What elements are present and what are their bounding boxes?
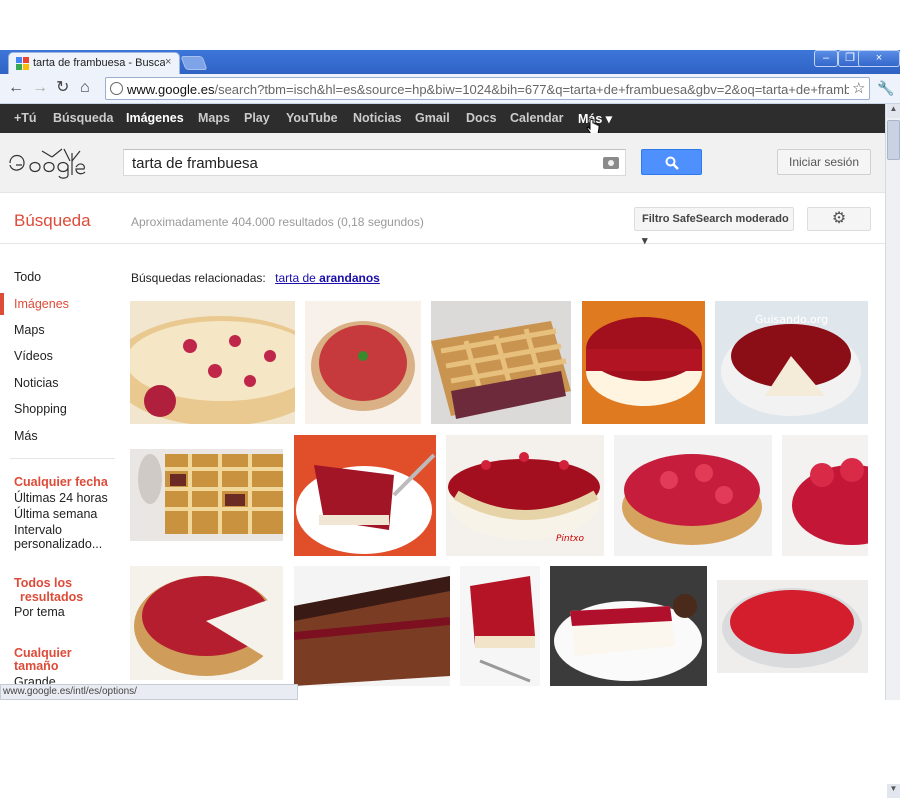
bookmark-star-icon[interactable]: ☆ <box>852 79 865 97</box>
gbar-item-imagenes[interactable]: Imágenes <box>126 111 184 125</box>
watermark-pintxo: Pintxo <box>556 534 584 544</box>
sidebar-item-todo[interactable]: Todo <box>14 270 41 284</box>
image-result-4[interactable] <box>582 301 705 424</box>
search-input[interactable]: tarta de frambuesa <box>123 149 626 176</box>
search-header: tarta de frambuesa Iniciar sesión <box>0 133 885 193</box>
gbar-item-plus-tu[interactable]: +Tú <box>14 111 37 125</box>
gbar-item-play[interactable]: Play <box>244 111 270 125</box>
active-indicator <box>0 293 4 315</box>
browser-tab[interactable]: tarta de frambuesa - Buscar c × <box>8 52 180 74</box>
gbar-item-calendar[interactable]: Calendar <box>510 111 564 125</box>
browser-toolbar: ← → ↻ ⌂ www.google.es/search?tbm=isch&hl… <box>0 74 900 104</box>
tab-close-icon[interactable]: × <box>165 56 171 68</box>
image-result-10[interactable] <box>782 435 868 556</box>
scroll-thumb[interactable] <box>887 120 900 160</box>
related-link[interactable]: tarta de arandanos <box>275 271 380 285</box>
close-window-button[interactable]: × <box>858 50 900 67</box>
address-bar[interactable]: www.google.es/search?tbm=isch&hl=es&sour… <box>105 77 870 100</box>
results-title: Búsqueda <box>14 211 91 230</box>
results-filter-por-tema[interactable]: Por tema <box>14 605 65 619</box>
gbar-item-docs[interactable]: Docs <box>466 111 497 125</box>
sidebar-item-shopping[interactable]: Shopping <box>14 402 67 416</box>
magnifier-icon <box>665 156 679 170</box>
sidebar-item-maps[interactable]: Maps <box>14 323 45 337</box>
new-tab-button[interactable] <box>180 56 208 70</box>
related-searches: Búsquedas relacionadas: tarta de arandan… <box>131 271 380 285</box>
scroll-up-arrow-icon[interactable]: ▲ <box>887 104 900 118</box>
forward-icon[interactable]: → <box>32 80 48 96</box>
sidebar-item-noticias[interactable]: Noticias <box>14 376 58 390</box>
time-filter-24h[interactable]: Últimas 24 horas <box>14 491 108 505</box>
reload-icon[interactable]: ↻ <box>56 80 69 96</box>
image-result-3[interactable] <box>431 301 571 424</box>
size-filter-title-line1[interactable]: Cualquier <box>14 646 72 660</box>
sidebar-divider <box>10 458 115 459</box>
watermark-guisando: Guisando.org <box>755 313 828 326</box>
time-filter-title[interactable]: Cualquier fecha <box>14 475 108 489</box>
size-filter-title-line2[interactable]: tamaño <box>14 659 58 673</box>
wrench-icon[interactable]: 🔧 <box>877 80 894 97</box>
minimize-button[interactable]: – <box>814 50 838 67</box>
results-stats: Aproximadamente 404.000 resultados (0,18… <box>131 215 424 229</box>
sidebar-item-videos[interactable]: Vídeos <box>14 349 53 363</box>
time-filter-interval[interactable]: Intervalo <box>14 523 62 537</box>
sidebar-item-imagenes[interactable]: Imágenes <box>14 297 69 311</box>
image-result-7[interactable] <box>294 435 436 556</box>
image-result-12[interactable] <box>294 566 450 686</box>
globe-icon <box>110 82 123 95</box>
gear-icon[interactable]: ⚙ <box>807 207 871 231</box>
camera-icon[interactable] <box>603 157 619 169</box>
results-filter-title-line1[interactable]: Todos los <box>14 576 72 590</box>
google-bar: +Tú Búsqueda Imágenes Maps Play YouTube … <box>0 104 885 133</box>
image-result-9[interactable] <box>614 435 772 556</box>
time-filter-custom[interactable]: personalizado... <box>14 537 102 551</box>
home-icon[interactable]: ⌂ <box>80 80 90 96</box>
time-filter-week[interactable]: Última semana <box>14 507 97 521</box>
gbar-item-maps[interactable]: Maps <box>198 111 230 125</box>
image-result-11[interactable] <box>130 566 283 680</box>
related-label: Búsquedas relacionadas: <box>131 271 266 285</box>
gbar-item-youtube[interactable]: YouTube <box>286 111 338 125</box>
gbar-item-busqueda[interactable]: Búsqueda <box>53 111 113 125</box>
safesearch-dropdown[interactable]: Filtro SafeSearch moderado ▾ <box>634 207 794 247</box>
image-result-8[interactable]: Pintxo <box>446 435 604 556</box>
image-result-2[interactable] <box>305 301 421 424</box>
image-result-13[interactable] <box>460 566 540 686</box>
results-filter-title-line2[interactable]: resultados <box>20 590 83 604</box>
vertical-scrollbar[interactable]: ▲ ▼ <box>885 104 900 798</box>
gbar-item-noticias[interactable]: Noticias <box>353 111 402 125</box>
image-result-5[interactable]: Guisando.org <box>715 301 868 424</box>
sidebar-item-mas[interactable]: Más <box>14 429 38 443</box>
signin-button[interactable]: Iniciar sesión <box>777 149 871 175</box>
gbar-item-gmail[interactable]: Gmail <box>415 111 450 125</box>
back-icon[interactable]: ← <box>8 80 24 96</box>
url-text: www.google.es/search?tbm=isch&hl=es&sour… <box>127 82 849 97</box>
google-favicon-icon <box>16 57 29 70</box>
status-bar: www.google.es/intl/es/options/ <box>0 684 298 700</box>
scroll-down-arrow-icon[interactable]: ▼ <box>887 784 900 798</box>
image-result-6[interactable] <box>130 449 283 541</box>
google-doodle-logo[interactable] <box>2 145 92 181</box>
search-button[interactable] <box>641 149 702 175</box>
image-result-15[interactable] <box>717 580 868 673</box>
image-result-1[interactable] <box>130 301 295 424</box>
search-query: tarta de frambuesa <box>132 155 258 172</box>
image-result-14[interactable] <box>550 566 707 686</box>
results-bar: Búsqueda Aproximadamente 404.000 resulta… <box>0 194 885 247</box>
tab-title: tarta de frambuesa - Buscar c <box>33 57 165 69</box>
